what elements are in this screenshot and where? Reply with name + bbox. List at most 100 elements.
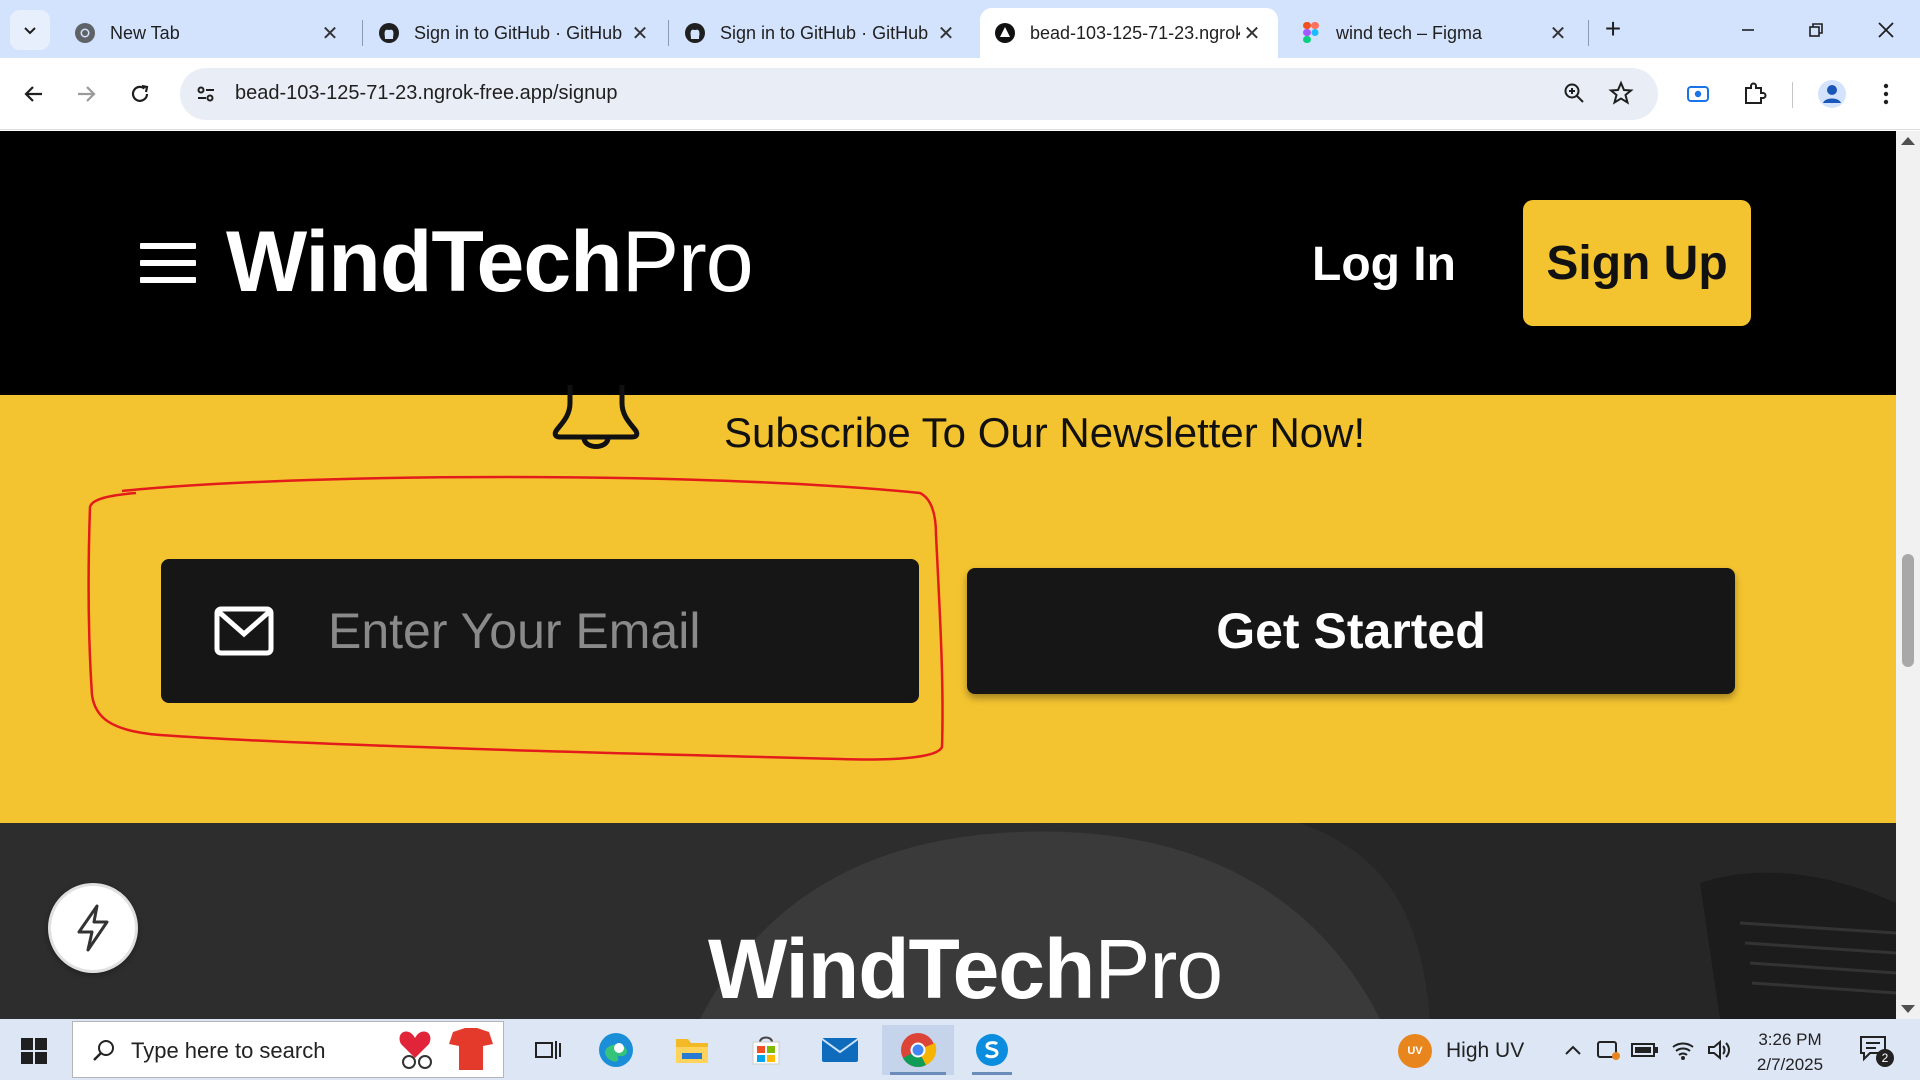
search-icon	[93, 1040, 114, 1061]
puzzle-icon	[1745, 82, 1767, 104]
mail-app[interactable]	[812, 1025, 868, 1075]
tab-ngrok-active[interactable]: bead-103-125-71-23.ngrok-free.app ✕	[980, 8, 1278, 58]
screen-capture-button[interactable]	[1678, 74, 1718, 114]
tab-search-button[interactable]	[10, 10, 50, 50]
minimize-icon	[1742, 29, 1754, 31]
chevron-up-icon	[1565, 1045, 1581, 1055]
quick-action-button[interactable]	[48, 883, 138, 973]
tab-new-tab[interactable]: New Tab ✕	[60, 8, 356, 58]
weather-text: High UV	[1446, 1039, 1525, 1062]
close-icon[interactable]: ✕	[934, 21, 958, 45]
footer-section: WindTechPro	[0, 823, 1896, 1019]
site-logo[interactable]: WindTechPro	[226, 219, 754, 305]
zoom-icon[interactable]	[1562, 81, 1586, 110]
windows-logo-icon	[21, 1038, 47, 1064]
battery-icon	[1631, 1043, 1658, 1057]
scroll-down-arrow[interactable]	[1901, 1005, 1915, 1013]
tab-title: Sign in to GitHub · GitHub	[720, 22, 929, 43]
close-icon[interactable]: ✕	[1240, 21, 1264, 45]
scroll-up-arrow[interactable]	[1901, 137, 1915, 145]
close-icon[interactable]: ✕	[1546, 21, 1570, 45]
tab-github-2[interactable]: Sign in to GitHub · GitHub ✕	[670, 8, 972, 58]
mail-icon	[821, 1038, 859, 1062]
camera-alert-icon	[1597, 1041, 1620, 1060]
wifi-icon	[1672, 1042, 1694, 1060]
site-info-icon[interactable]	[194, 82, 218, 111]
search-highlight-illustration	[399, 1028, 493, 1070]
get-started-button[interactable]: Get Started	[967, 568, 1735, 694]
tab-separator	[668, 20, 669, 46]
tab-figma[interactable]: wind tech – Figma ✕	[1286, 8, 1584, 58]
restore-icon	[1809, 23, 1823, 37]
forward-button[interactable]	[66, 74, 106, 114]
taskbar-search-box[interactable]: Type here to search	[72, 1021, 504, 1078]
bookmark-star-icon[interactable]	[1608, 80, 1634, 111]
new-tab-button[interactable]: +	[1598, 13, 1628, 44]
url-text[interactable]: bead-103-125-71-23.ngrok-free.app/signup	[235, 82, 618, 105]
store-icon	[752, 1036, 780, 1065]
speaker-icon	[1708, 1039, 1730, 1061]
email-input-box[interactable]	[161, 559, 919, 703]
network-indicator[interactable]	[1668, 1035, 1698, 1065]
extensions-button[interactable]	[1734, 74, 1774, 114]
file-explorer-app[interactable]	[664, 1025, 720, 1075]
edge-app[interactable]	[588, 1025, 644, 1075]
nextjs-icon	[994, 22, 1016, 44]
footer-logo-bold: WindTech	[708, 922, 1095, 1016]
restore-button[interactable]	[1788, 10, 1844, 50]
close-icon[interactable]: ✕	[628, 21, 652, 45]
scrollbar-thumb[interactable]	[1902, 554, 1914, 667]
show-hidden-icons-button[interactable]	[1558, 1035, 1588, 1065]
taskbar-search-placeholder: Type here to search	[131, 1038, 326, 1063]
tab-github-1[interactable]: Sign in to GitHub · GitHub ✕	[364, 8, 666, 58]
newsletter-section: Subscribe To Our Newsletter Now! Get Sta…	[0, 385, 1896, 823]
chrome-icon	[901, 1033, 937, 1067]
profile-button[interactable]	[1812, 74, 1852, 114]
tab-title: Sign in to GitHub · GitHub	[414, 22, 623, 43]
close-window-button[interactable]	[1858, 10, 1914, 50]
more-vert-icon	[1883, 83, 1889, 105]
address-bar[interactable]: bead-103-125-71-23.ngrok-free.app/signup	[180, 68, 1658, 120]
weather-widget[interactable]: UV High UV	[1398, 1034, 1524, 1068]
toolbar-divider	[1792, 82, 1793, 108]
hamburger-menu-icon[interactable]	[140, 243, 196, 283]
battery-indicator[interactable]	[1630, 1035, 1660, 1065]
skype-app[interactable]	[964, 1025, 1020, 1075]
close-icon	[1878, 22, 1894, 38]
arrow-left-icon	[24, 86, 42, 102]
minimize-button[interactable]	[1720, 10, 1776, 50]
bell-icon	[552, 385, 640, 449]
close-icon[interactable]: ✕	[318, 21, 342, 45]
site-header: WindTechPro Log In Sign Up	[0, 131, 1896, 395]
page-scrollbar[interactable]	[1896, 131, 1920, 1019]
back-button[interactable]	[14, 74, 54, 114]
signup-button[interactable]: Sign Up	[1523, 200, 1751, 326]
notification-count: 2	[1876, 1049, 1894, 1067]
microsoft-store-app[interactable]	[738, 1025, 794, 1075]
email-input[interactable]	[326, 599, 886, 663]
browser-tab-strip: New Tab ✕ Sign in to GitHub · GitHub ✕ S…	[0, 0, 1920, 58]
logo-bold-text: WindTech	[226, 214, 623, 310]
footer-logo-light: Pro	[1094, 922, 1223, 1016]
active-indicator	[890, 1072, 946, 1075]
reload-button[interactable]	[120, 74, 160, 114]
reload-icon	[131, 84, 149, 102]
notification-center-button[interactable]: 2	[1858, 1033, 1894, 1068]
menu-button[interactable]	[1866, 74, 1906, 114]
login-link[interactable]: Log In	[1312, 237, 1456, 292]
tab-title: New Tab	[110, 22, 180, 43]
arrow-right-icon	[78, 86, 96, 102]
newsletter-title: Subscribe To Our Newsletter Now!	[724, 409, 1366, 456]
task-view-button[interactable]	[520, 1025, 576, 1075]
folder-icon	[676, 1039, 708, 1063]
chrome-app[interactable]	[882, 1025, 954, 1075]
meet-now-button[interactable]	[1594, 1035, 1624, 1065]
github-icon	[378, 22, 400, 44]
taskbar-clock[interactable]: 3:26 PM 2/7/2025	[1740, 1027, 1840, 1077]
windows-taskbar: Type here to search UV High UV 3:26 PM 2…	[0, 1019, 1920, 1080]
screen-capture-icon	[1687, 86, 1709, 102]
github-icon	[684, 22, 706, 44]
skype-icon	[976, 1034, 1008, 1066]
start-button[interactable]	[14, 1033, 54, 1069]
volume-indicator[interactable]	[1704, 1035, 1734, 1065]
